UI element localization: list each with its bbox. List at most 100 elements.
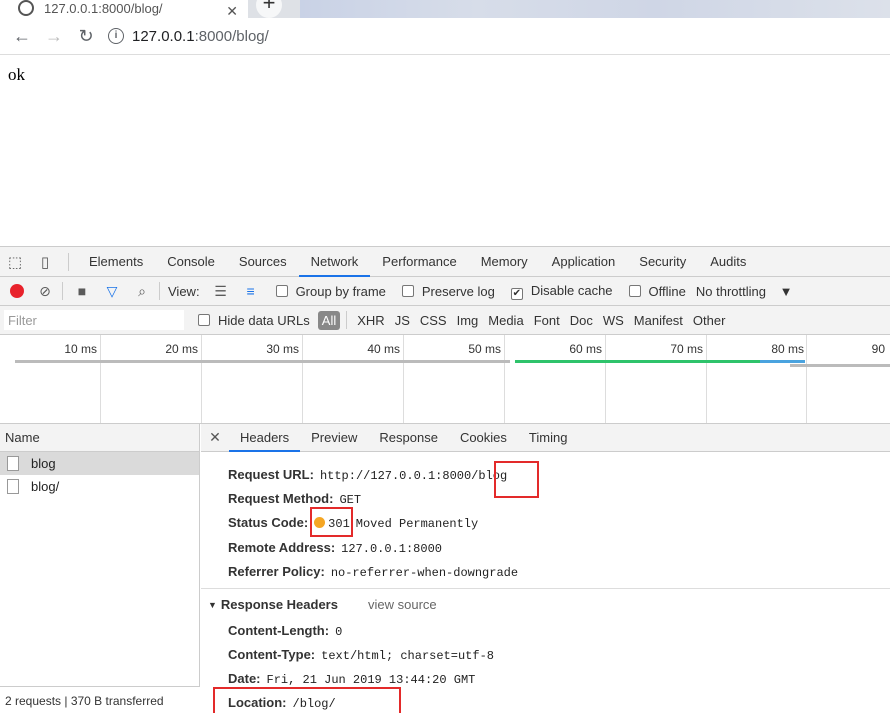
status-text-value: Moved Permanently: [355, 517, 479, 531]
date-row: Date: Fri, 21 Jun 2019 13:44:20 GMT: [228, 671, 476, 687]
tab-headers[interactable]: Headers: [229, 424, 301, 452]
tab-response[interactable]: Response: [368, 424, 449, 452]
blurred-tabs: [300, 0, 890, 18]
waterfall-icon[interactable]: ≡: [242, 283, 260, 299]
filter-type-img[interactable]: Img: [457, 313, 479, 328]
filter-bar: Hide data URLs All XHR JS CSS Img Media …: [0, 306, 890, 335]
tick-line: [403, 335, 404, 423]
content-length-row: Content-Length: 0: [228, 623, 343, 639]
request-method-row: Request Method: GET: [228, 491, 362, 507]
tab-performance[interactable]: Performance: [370, 247, 468, 277]
browser-tab[interactable]: 127.0.0.1:8000/blog/ ✕: [0, 0, 248, 18]
request-details: ✕ Headers Preview Response Cookies Timin…: [201, 424, 890, 713]
address-bar[interactable]: i 127.0.0.1:8000/blog/: [108, 28, 269, 45]
timeline-bar-blue: [760, 360, 805, 363]
tick-label: 30 ms: [266, 342, 299, 356]
network-toolbar: ⊘ ■ ▽ ⌕ View: ☰ ≡ Group by frame Preserv…: [0, 277, 890, 306]
forward-arrow-icon[interactable]: →: [38, 20, 70, 52]
request-name: blog: [31, 456, 56, 471]
name-column-header[interactable]: Name: [0, 424, 199, 452]
timeline-bar-blog: [15, 360, 510, 363]
inspect-element-icon[interactable]: ⬚: [0, 253, 30, 271]
tick-line: [605, 335, 606, 423]
disable-cache-checkbox[interactable]: ✔ Disable cache: [510, 283, 613, 300]
url-path: :8000/blog/: [194, 27, 269, 45]
tab-timing[interactable]: Timing: [518, 424, 579, 452]
filter-type-ws[interactable]: WS: [603, 313, 624, 328]
request-url-row: Request URL: http://127.0.0.1:8000/blog: [228, 467, 508, 483]
preserve-log-checkbox[interactable]: Preserve log: [401, 284, 495, 299]
request-method-value: GET: [339, 493, 362, 507]
tab-elements[interactable]: Elements: [77, 247, 155, 277]
filter-input[interactable]: [4, 310, 184, 330]
tab-audits[interactable]: Audits: [698, 247, 758, 277]
filter-type-other[interactable]: Other: [693, 313, 726, 328]
reload-icon[interactable]: ↻: [70, 20, 102, 52]
info-icon[interactable]: i: [108, 28, 124, 44]
tab-sources[interactable]: Sources: [227, 247, 299, 277]
browser-tab-strip: 127.0.0.1:8000/blog/ ✕ +: [0, 0, 890, 18]
view-source-link[interactable]: view source: [368, 597, 437, 612]
caret-down-icon: ▼: [208, 600, 217, 610]
tick-line: [504, 335, 505, 423]
capture-screenshots-icon[interactable]: ■: [73, 283, 91, 299]
divider: [62, 282, 63, 300]
offline-checkbox[interactable]: Offline: [628, 284, 686, 299]
divider: [68, 252, 69, 271]
tab-network[interactable]: Network: [298, 247, 371, 277]
tab-close-icon[interactable]: ✕: [226, 3, 238, 18]
tick-line: [302, 335, 303, 423]
filter-type-manifest[interactable]: Manifest: [634, 313, 683, 328]
tick-line: [706, 335, 707, 423]
tick-line: [201, 335, 202, 423]
tick-label: 20 ms: [165, 342, 198, 356]
filter-type-css[interactable]: CSS: [420, 313, 447, 328]
filter-type-xhr[interactable]: XHR: [357, 313, 384, 328]
group-by-frame-checkbox[interactable]: Group by frame: [275, 284, 386, 299]
tick-label: 60 ms: [569, 342, 602, 356]
tab-console[interactable]: Console: [155, 247, 227, 277]
request-list: Name blog blog/ 2 requests | 370 B trans…: [0, 424, 200, 713]
close-icon[interactable]: ✕: [201, 429, 229, 446]
highlight-box-status: [310, 507, 353, 537]
response-headers-section-toggle[interactable]: ▼ Response Headers view source: [208, 597, 437, 612]
network-overview-timeline[interactable]: 10 ms 20 ms 30 ms 40 ms 50 ms 60 ms 70 m…: [0, 335, 890, 424]
remote-address-value: 127.0.0.1:8000: [341, 542, 442, 556]
new-tab-button[interactable]: +: [256, 0, 282, 18]
divider: [346, 311, 348, 329]
clear-icon[interactable]: ⊘: [36, 283, 54, 300]
referrer-policy-value: no-referrer-when-downgrade: [330, 566, 519, 580]
tab-preview[interactable]: Preview: [300, 424, 368, 452]
tab-cookies[interactable]: Cookies: [449, 424, 518, 452]
highlight-box-location: [213, 687, 401, 713]
view-label: View:: [168, 283, 200, 299]
filter-icon[interactable]: ▽: [103, 283, 121, 300]
filter-type-all[interactable]: All: [317, 310, 341, 330]
tab-security[interactable]: Security: [627, 247, 698, 277]
tab-memory[interactable]: Memory: [469, 247, 540, 277]
remote-address-row: Remote Address: 127.0.0.1:8000: [228, 540, 442, 556]
filter-type-doc[interactable]: Doc: [570, 313, 593, 328]
filter-type-js[interactable]: JS: [395, 313, 410, 328]
request-row[interactable]: blog: [0, 452, 199, 475]
back-arrow-icon[interactable]: ←: [6, 20, 38, 52]
filter-type-media[interactable]: Media: [488, 313, 523, 328]
large-rows-icon[interactable]: ☰: [212, 283, 230, 300]
timeline-bar-green: [515, 360, 760, 363]
network-summary: 2 requests | 370 B transferred: [0, 686, 200, 713]
status-code-row: Status Code: 301 Moved Permanently: [228, 515, 479, 531]
record-button[interactable]: [10, 284, 24, 298]
timeline-bar-blog-slash: [790, 364, 890, 367]
tab-title: 127.0.0.1:8000/blog/: [44, 0, 163, 16]
device-toolbar-icon[interactable]: ▯: [30, 253, 60, 271]
request-row[interactable]: blog/: [0, 475, 199, 498]
search-icon[interactable]: ⌕: [133, 283, 151, 300]
tab-application[interactable]: Application: [540, 247, 628, 277]
divider: [159, 282, 160, 300]
tick-label: 90: [871, 342, 885, 356]
hide-data-urls-checkbox[interactable]: Hide data URLs: [198, 313, 310, 328]
filter-type-font[interactable]: Font: [534, 313, 560, 328]
tick-line: [806, 335, 807, 423]
throttling-select[interactable]: No throttling ▼: [696, 284, 793, 299]
browser-toolbar: ← → ↻ i 127.0.0.1:8000/blog/: [0, 18, 890, 55]
